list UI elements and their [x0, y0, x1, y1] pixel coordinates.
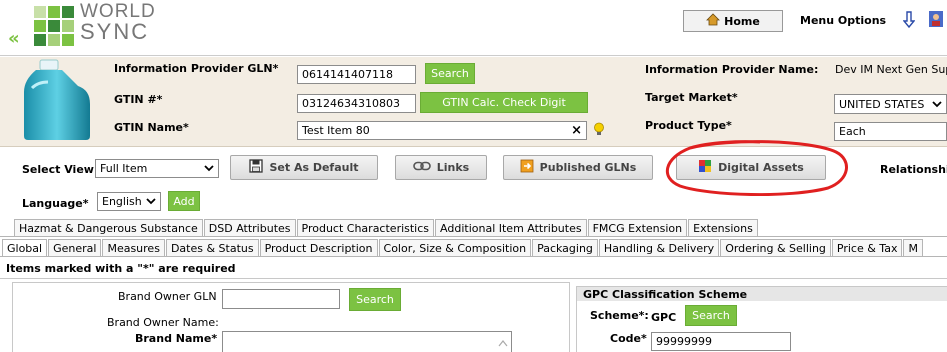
- add-language-button[interactable]: Add: [168, 191, 200, 211]
- tab-m[interactable]: M: [903, 239, 923, 256]
- tab-dsd-attributes[interactable]: DSD Attributes: [203, 219, 296, 236]
- gtin-input[interactable]: 03124634310803: [297, 94, 416, 113]
- worldsync-logo: [34, 6, 74, 48]
- chevron-down-icon: [932, 98, 942, 111]
- clear-icon[interactable]: ×: [571, 123, 582, 138]
- language-value: English: [102, 195, 142, 208]
- user-icon[interactable]: [927, 9, 947, 29]
- product-type-label: Product Type*: [645, 119, 732, 132]
- tab-dates-status[interactable]: Dates & Status: [165, 239, 259, 256]
- select-view-label: Select View: [22, 163, 94, 176]
- tab-product-description[interactable]: Product Description: [259, 239, 378, 256]
- provider-name-value: Dev IM Next Gen Sup: [835, 63, 947, 76]
- gln-search-button[interactable]: Search: [425, 63, 475, 84]
- download-arrow-icon[interactable]: [902, 11, 916, 29]
- chevron-down-icon: [146, 195, 156, 208]
- code-input[interactable]: 99999999: [651, 332, 791, 351]
- tab-packaging[interactable]: Packaging: [532, 239, 598, 256]
- tab-handling-delivery[interactable]: Handling & Delivery: [598, 239, 720, 256]
- home-label: Home: [724, 14, 760, 28]
- tab-global[interactable]: Global: [2, 239, 48, 256]
- gtin-name-label: GTIN Name*: [114, 121, 189, 134]
- published-glns-button[interactable]: Published GLNs: [503, 155, 653, 180]
- provider-name-label: Information Provider Name:: [645, 63, 819, 76]
- chevron-down-icon: [204, 162, 214, 175]
- tab-fmcg-extension[interactable]: FMCG Extension: [587, 219, 688, 236]
- gtin-calc-check-digit-button[interactable]: GTIN Calc. Check Digit: [420, 92, 588, 113]
- tab-additional-item-attributes[interactable]: Additional Item Attributes: [435, 219, 587, 236]
- link-chain-icon: [412, 161, 431, 174]
- brand-owner-gln-input[interactable]: [222, 289, 340, 309]
- tab-general[interactable]: General: [48, 239, 102, 256]
- save-disk-icon: [249, 159, 264, 176]
- gtin-name-input[interactable]: Test Item 80 ×: [297, 121, 587, 140]
- brand-owner-gln-label: Brand Owner GLN: [118, 290, 217, 303]
- language-label: Language*: [22, 197, 89, 210]
- logo-line-sync: SYNC: [80, 19, 150, 44]
- product-type-input[interactable]: Each: [834, 122, 947, 141]
- brand-owner-name-label: Brand Owner Name:: [107, 316, 219, 329]
- language-select[interactable]: English: [97, 192, 161, 211]
- tab-row-main: Global General Measures Dates & Status Produ…: [2, 239, 924, 256]
- target-market-select[interactable]: UNITED STATES: [834, 94, 947, 114]
- header-bar: « WORLD SYNC Home Menu Options: [0, 0, 947, 56]
- tab-row-divider: [0, 256, 947, 257]
- gtin-name-value: Test Item 80: [302, 124, 370, 137]
- tab-measures[interactable]: Measures: [102, 239, 165, 256]
- home-button[interactable]: Home: [683, 10, 783, 32]
- gtin-label: GTIN #*: [114, 93, 163, 106]
- menu-options-button[interactable]: Menu Options: [800, 14, 886, 27]
- target-market-value: UNITED STATES: [839, 97, 925, 111]
- tab-color-size-composition[interactable]: Color, Size & Composition: [378, 239, 532, 256]
- links-button[interactable]: Links: [395, 155, 487, 180]
- required-note: Items marked with a "*" are required: [6, 262, 236, 275]
- tab-row-extensions: Hazmat & Dangerous Substance DSD Attribut…: [14, 219, 759, 236]
- tab-product-characteristics[interactable]: Product Characteristics: [296, 219, 435, 236]
- tab-price-tax[interactable]: Price & Tax: [831, 239, 903, 256]
- back-chevron-icon[interactable]: «: [8, 30, 20, 48]
- scroll-up-icon[interactable]: [498, 337, 508, 350]
- product-image: [18, 58, 94, 142]
- set-as-default-button[interactable]: Set As Default: [230, 155, 378, 180]
- tab-row-divider: [0, 236, 947, 237]
- gpc-title: GPC Classification Scheme: [583, 288, 748, 301]
- tab-extensions[interactable]: Extensions: [688, 219, 758, 236]
- scheme-label: Scheme*:: [590, 309, 649, 322]
- home-icon: [706, 13, 721, 29]
- select-view-dropdown[interactable]: Full Item: [95, 159, 219, 178]
- scheme-value: GPC: [651, 311, 677, 324]
- gpc-search-button[interactable]: Search: [685, 305, 737, 326]
- logo-text: WORLD SYNC: [80, 2, 156, 44]
- lightbulb-icon[interactable]: [593, 122, 605, 136]
- tab-hazmat-dangerous-substance[interactable]: Hazmat & Dangerous Substance: [14, 219, 203, 236]
- brand-name-label: Brand Name*: [135, 332, 218, 345]
- gln-input[interactable]: 0614141407118: [297, 65, 416, 84]
- brand-name-textarea[interactable]: [222, 331, 512, 352]
- relationship-label[interactable]: Relationshi: [880, 163, 947, 176]
- publish-arrow-icon: [520, 159, 534, 176]
- links-label: Links: [436, 161, 470, 174]
- target-market-label: Target Market*: [645, 91, 738, 104]
- annotation-ellipse: [660, 138, 850, 197]
- brand-owner-search-button[interactable]: Search: [349, 288, 401, 311]
- tab-ordering-selling[interactable]: Ordering & Selling: [720, 239, 831, 256]
- gln-label: Information Provider GLN*: [114, 62, 279, 75]
- set-as-default-label: Set As Default: [269, 161, 359, 174]
- select-view-value: Full Item: [100, 162, 148, 175]
- section-divider: [0, 278, 947, 279]
- code-label: Code*: [610, 332, 647, 345]
- published-glns-label: Published GLNs: [539, 161, 637, 174]
